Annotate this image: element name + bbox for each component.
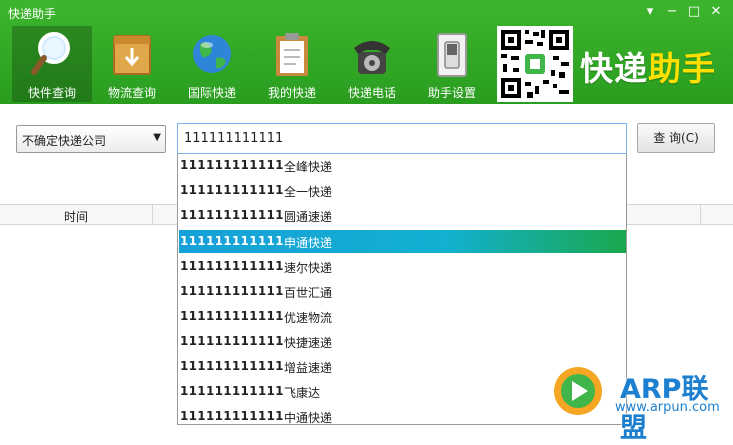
tab-label: 快件查询 [27, 86, 76, 100]
main-toolbar: 快件查询 物流查询 国际快递 我的快递 快递电话 助手设置 [12, 26, 492, 102]
dropdown-arrow-icon: ▼ [153, 132, 161, 143]
suggestion-item[interactable]: 111111111111 圆通速递 [179, 204, 626, 227]
suggestion-company: 增益速递 [284, 361, 333, 375]
column-header-label: 时间 [64, 210, 89, 224]
brand-text-part2: 助手 [648, 49, 716, 88]
suggestion-item-selected[interactable]: 111111111111 申通快递 [179, 230, 626, 253]
tab-express-phone[interactable]: 快递电话 [332, 26, 412, 102]
switch-icon [437, 33, 467, 77]
brand-logo-text: 快递助手 [580, 42, 716, 90]
telephone-icon [354, 41, 390, 74]
courier-company-select[interactable]: 不确定快递公司 ▼ [16, 125, 166, 153]
suggestion-item[interactable]: 111111111111 全峰快递 [179, 154, 626, 177]
maximize-button[interactable]: □ [683, 2, 705, 20]
tab-label: 国际快递 [187, 86, 236, 100]
tab-parcel-query[interactable]: 快件查询 [12, 26, 92, 102]
app-header: 快递助手 ▾ − □ ✕ 快件查询 物流查询 国际快递 我的快递 快递电话 助手… [0, 0, 733, 104]
window-controls: ▾ − □ ✕ [639, 2, 727, 20]
magnifier-icon [31, 32, 70, 75]
tab-assistant-settings[interactable]: 助手设置 [412, 26, 492, 102]
suggestion-company: 全峰快递 [284, 160, 333, 174]
suggestion-company: 快捷速递 [284, 336, 333, 350]
suggestion-item[interactable]: 111111111111 百世汇通 [179, 280, 626, 303]
suggestion-number: 111111111111 [180, 259, 284, 273]
package-box-icon [113, 35, 151, 75]
suggestion-company: 圆通速递 [284, 210, 333, 224]
column-header-time[interactable]: 时间 [0, 205, 153, 224]
tab-label: 我的快递 [267, 86, 316, 100]
menu-dropdown-button[interactable]: ▾ [639, 2, 661, 20]
courier-company-value: 不确定快递公司 [22, 134, 107, 148]
suggestion-number: 111111111111 [180, 234, 284, 248]
suggestion-number: 111111111111 [180, 284, 284, 298]
suggestion-company: 速尔快递 [284, 261, 333, 275]
suggestion-number: 111111111111 [180, 183, 284, 197]
suggestion-item[interactable]: 111111111111 优速物流 [179, 305, 626, 328]
tab-label: 快递电话 [347, 86, 396, 100]
window-title: 快递助手 [8, 7, 57, 21]
suggestion-number: 111111111111 [180, 359, 284, 373]
minimize-button[interactable]: − [661, 2, 683, 20]
suggestion-number: 111111111111 [180, 158, 284, 172]
suggestion-company: 百世汇通 [284, 286, 333, 300]
watermark-url: www.arpun.com [615, 400, 720, 415]
qr-code-image [497, 26, 573, 102]
suggestion-item[interactable]: 111111111111 速尔快递 [179, 255, 626, 278]
tab-label: 助手设置 [427, 86, 476, 100]
tracking-number-input[interactable] [177, 123, 627, 154]
suggestion-company: 优速物流 [284, 311, 333, 325]
tab-logistics-query[interactable]: 物流查询 [92, 26, 172, 102]
title-bar[interactable]: 快递助手 ▾ − □ ✕ [0, 0, 733, 24]
suggestion-company: 申通快递 [284, 236, 333, 250]
suggestion-item[interactable]: 111111111111 全一快递 [179, 179, 626, 202]
suggestion-number: 111111111111 [180, 309, 284, 323]
suggestion-number: 111111111111 [180, 208, 284, 222]
tab-my-express[interactable]: 我的快递 [252, 26, 332, 102]
close-button[interactable]: ✕ [705, 2, 727, 20]
column-divider [700, 205, 701, 224]
suggestion-company: 飞康达 [284, 386, 321, 400]
suggestion-number: 111111111111 [180, 409, 284, 423]
globe-icon [193, 35, 231, 73]
suggestion-number: 111111111111 [180, 384, 284, 398]
tab-label: 物流查询 [107, 86, 156, 100]
query-button[interactable]: 查 询(C) [637, 123, 715, 153]
suggestion-item[interactable]: 111111111111 快捷速递 [179, 330, 626, 353]
suggestion-number: 111111111111 [180, 334, 284, 348]
suggestion-company: 全一快递 [284, 185, 333, 199]
clipboard-icon [276, 33, 308, 76]
tab-international-express[interactable]: 国际快递 [172, 26, 252, 102]
brand-text-part1: 快递 [580, 49, 648, 88]
suggestion-company: 中通快递 [284, 411, 333, 425]
